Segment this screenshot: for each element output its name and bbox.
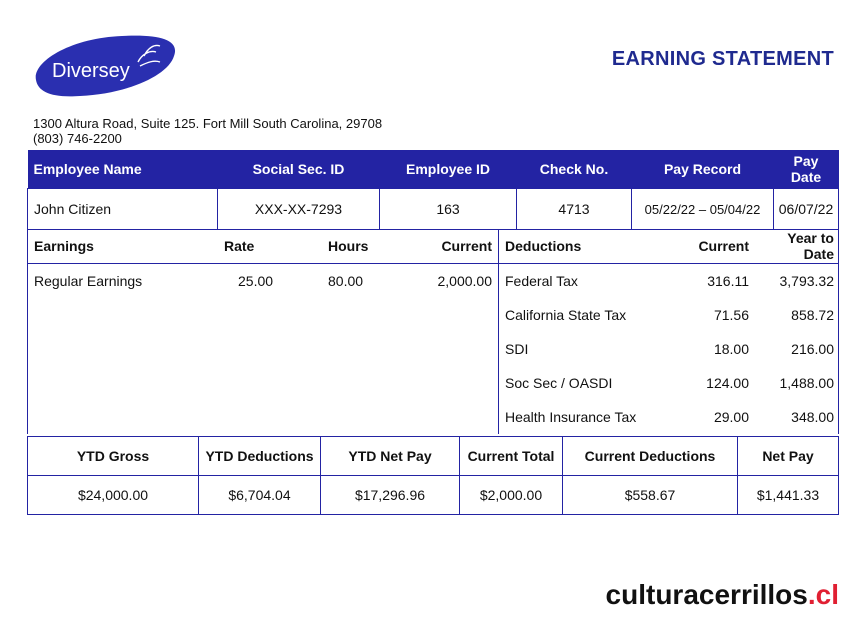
totals-table: YTD Gross YTD Deductions YTD Net Pay Cur… xyxy=(27,436,839,515)
earning-hours: 80.00 xyxy=(328,273,364,289)
net-pay: $1,441.33 xyxy=(737,475,839,515)
deduction-name: Soc Sec / OASDI xyxy=(498,366,661,400)
col-employee-id: Employee ID xyxy=(379,150,517,189)
phone-line: (803) 746-2200 xyxy=(33,131,122,146)
deduction-ytd: 216.00 xyxy=(791,341,834,357)
diversey-logo: Diversey TM xyxy=(35,35,176,97)
col-ytd-gross: YTD Gross xyxy=(27,436,199,476)
col-check-no: Check No. xyxy=(516,150,632,189)
ytd-net-pay: $17,296.96 xyxy=(320,475,460,515)
deduction-ytd: 858.72 xyxy=(791,307,834,323)
col-current-deductions: Current Deductions xyxy=(562,436,738,476)
employee-info-table: Employee Name Social Sec. ID Employee ID… xyxy=(27,150,839,230)
watermark-tld: .cl xyxy=(807,579,839,610)
deduction-name: SDI xyxy=(498,332,661,366)
deduction-current: 316.11 xyxy=(707,273,749,289)
employee-id: 163 xyxy=(379,188,517,230)
col-earnings: Earnings xyxy=(27,229,218,264)
deduction-current: 29.00 xyxy=(713,409,749,425)
table-row: SDI 18.00 216.00 xyxy=(28,332,839,366)
company-address: 1300 Altura Road, Suite 125. Fort Mill S… xyxy=(33,116,382,146)
table-row: $24,000.00 $6,704.04 $17,296.96 $2,000.0… xyxy=(27,475,839,515)
table-row: California State Tax 71.56 858.72 xyxy=(28,298,839,332)
col-current: Current xyxy=(386,229,499,264)
employee-name: John Citizen xyxy=(27,188,218,230)
col-hours: Hours xyxy=(322,229,386,264)
col-pay-record: Pay Record xyxy=(631,150,774,189)
earning-name: Regular Earnings xyxy=(34,273,143,289)
pay-date: 06/07/22 xyxy=(773,188,839,230)
table-row: Regular Earnings 25.00 80.00 2,000.00 Fe… xyxy=(28,263,839,298)
col-rate: Rate xyxy=(218,229,322,264)
logo-wordmark: Diversey xyxy=(52,60,130,82)
earning-current: 2,000.00 xyxy=(437,273,493,289)
col-ytd-net-pay: YTD Net Pay xyxy=(320,436,460,476)
col-net-pay: Net Pay xyxy=(737,436,839,476)
current-deductions: $558.67 xyxy=(562,475,738,515)
page-title: EARNING STATEMENT xyxy=(611,48,834,70)
address-line: 1300 Altura Road, Suite 125. Fort Mill S… xyxy=(33,116,383,131)
site-watermark: culturacerrillos.cl xyxy=(606,579,839,611)
deduction-ytd: 348.00 xyxy=(791,409,834,425)
deduction-current: 18.00 xyxy=(713,341,749,357)
col-employee-name: Employee Name xyxy=(27,150,218,189)
deduction-ytd: 3,793.32 xyxy=(779,273,835,289)
col-deductions: Deductions xyxy=(498,229,661,264)
deduction-current: 71.56 xyxy=(713,307,749,323)
deduction-name: California State Tax xyxy=(498,298,661,332)
col-pay-date: Pay Date xyxy=(773,150,839,189)
check-no: 4713 xyxy=(516,188,632,230)
current-total: $2,000.00 xyxy=(459,475,563,515)
col-current-total: Current Total xyxy=(459,436,563,476)
ytd-gross: $24,000.00 xyxy=(27,475,199,515)
col-year-to-date: Year to Date xyxy=(755,229,839,264)
col-social-sec-id: Social Sec. ID xyxy=(217,150,380,189)
table-row: Health Insurance Tax 29.00 348.00 xyxy=(28,400,839,434)
deduction-name: Federal Tax xyxy=(498,263,661,298)
ytd-deductions: $6,704.04 xyxy=(198,475,321,515)
col-deduction-current: Current xyxy=(661,229,755,264)
col-ytd-deductions: YTD Deductions xyxy=(198,436,321,476)
table-row: Soc Sec / OASDI 124.00 1,488.00 xyxy=(28,366,839,400)
deduction-current: 124.00 xyxy=(706,375,749,391)
logo-tm: TM xyxy=(158,40,165,46)
table-row: John Citizen XXX-XX-7293 163 4713 05/22/… xyxy=(27,188,839,230)
deduction-ytd: 1,488.00 xyxy=(779,375,835,391)
earnings-deductions-table: Earnings Rate Hours Current Deductions C… xyxy=(27,229,839,434)
pay-record: 05/22/22 – 05/04/22 xyxy=(631,188,774,230)
deduction-name: Health Insurance Tax xyxy=(498,400,661,434)
social-sec-id: XXX-XX-7293 xyxy=(217,188,380,230)
watermark-main: culturacerrillos xyxy=(605,579,808,610)
earning-rate: 25.00 xyxy=(238,273,274,289)
